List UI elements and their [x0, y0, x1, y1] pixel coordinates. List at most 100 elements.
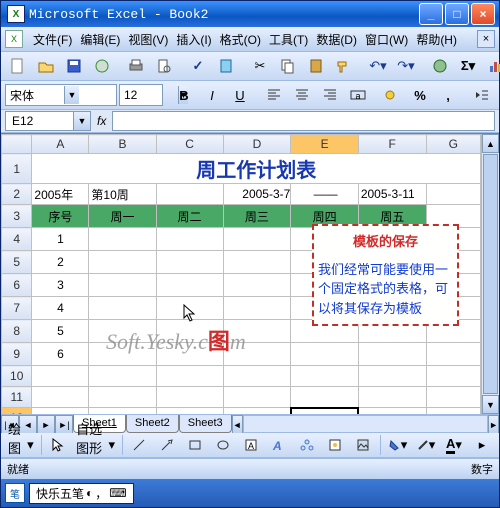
row-header-12[interactable]: 12 [2, 408, 32, 415]
plan-row-number[interactable]: 2 [32, 251, 89, 274]
scroll-up-button[interactable]: ▲ [482, 134, 499, 153]
font-size-combo[interactable]: 12 ▼ [119, 84, 163, 106]
font-name-combo[interactable]: 宋体 ▼ [5, 84, 117, 106]
plan-cell[interactable] [156, 251, 223, 274]
row-header-10[interactable]: 10 [2, 366, 32, 387]
col-header-E[interactable]: E [291, 135, 359, 154]
open-button[interactable] [33, 54, 59, 78]
plan-cell[interactable] [223, 343, 291, 366]
picture-button[interactable] [350, 433, 376, 457]
ime-indicator-icon[interactable]: 笔 [5, 483, 25, 503]
close-button[interactable]: × [471, 3, 495, 25]
chart-button[interactable] [483, 54, 500, 78]
plan-row-number[interactable]: 1 [32, 228, 89, 251]
row-header-7[interactable]: 7 [2, 297, 32, 320]
plan-cell[interactable] [156, 228, 223, 251]
undo-button[interactable]: ↶▾ [365, 54, 391, 78]
redo-button[interactable]: ↷▾ [393, 54, 419, 78]
ime-punct-icon[interactable]: ， [95, 485, 107, 502]
font-color-button-2[interactable]: A▾ [441, 433, 467, 457]
select-objects-button[interactable] [45, 433, 71, 457]
col-header-D[interactable]: D [223, 135, 291, 154]
plan-cell[interactable] [223, 274, 291, 297]
tab-last-button[interactable]: ►| [55, 415, 73, 434]
menu-data[interactable]: 数据(D) [312, 31, 361, 48]
align-right-button[interactable] [317, 83, 343, 107]
select-all-corner[interactable] [2, 135, 32, 154]
scroll-right-button[interactable]: ► [488, 415, 499, 434]
research-button[interactable] [213, 54, 239, 78]
scroll-down-button[interactable]: ▼ [482, 395, 499, 414]
plan-cell[interactable] [89, 274, 156, 297]
textbox-button[interactable]: A [238, 433, 264, 457]
subheader-cell[interactable]: 2005-3-11 [358, 184, 426, 205]
cell[interactable] [156, 387, 223, 408]
plan-cell[interactable] [156, 343, 223, 366]
plan-cell[interactable] [223, 228, 291, 251]
spellcheck-button[interactable]: ✓ [185, 54, 211, 78]
row-header-5[interactable]: 5 [2, 251, 32, 274]
cell[interactable] [358, 387, 426, 408]
clipart-button[interactable] [322, 433, 348, 457]
scroll-left-button[interactable]: ◄ [232, 415, 243, 434]
print-button[interactable] [123, 54, 149, 78]
italic-button[interactable]: I [199, 83, 225, 107]
plan-cell[interactable] [89, 297, 156, 320]
menu-help[interactable]: 帮助(H) [412, 31, 461, 48]
cell[interactable] [426, 366, 480, 387]
ime-full-half-icon[interactable]: ◐ [86, 486, 93, 500]
menu-file[interactable]: 文件(F) [29, 31, 76, 48]
align-center-button[interactable] [289, 83, 315, 107]
plan-cell[interactable] [223, 297, 291, 320]
plan-col-header[interactable]: 周三 [223, 205, 291, 228]
line-button[interactable] [126, 433, 152, 457]
plan-row-number[interactable]: 3 [32, 274, 89, 297]
cut-button[interactable]: ✂ [247, 54, 273, 78]
horizontal-scrollbar[interactable]: ◄ ► [232, 415, 499, 433]
save-button[interactable] [61, 54, 87, 78]
autoshapes-menu[interactable]: 自选图形(U)▾ [73, 433, 118, 457]
cell[interactable] [291, 408, 359, 415]
col-header-G[interactable]: G [426, 135, 480, 154]
cell[interactable] [358, 366, 426, 387]
fill-color-button-2[interactable]: ▾ [385, 433, 411, 457]
plan-cell[interactable] [89, 320, 156, 343]
merge-center-button[interactable]: a [345, 83, 371, 107]
autosum-button[interactable]: Σ▾ [455, 54, 481, 78]
row-header-3[interactable]: 3 [2, 205, 32, 228]
col-header-B[interactable]: B [89, 135, 156, 154]
plan-cell[interactable] [223, 251, 291, 274]
plan-cell[interactable] [156, 320, 223, 343]
comma-button[interactable]: , [435, 83, 461, 107]
menu-view[interactable]: 视图(V) [124, 31, 172, 48]
cell[interactable] [426, 408, 480, 415]
cell[interactable] [358, 408, 426, 415]
scroll-thumb[interactable] [483, 154, 498, 394]
cell[interactable] [223, 366, 291, 387]
name-box[interactable]: E12 ▼ [5, 111, 91, 131]
maximize-button[interactable]: □ [445, 3, 469, 25]
row-header-4[interactable]: 4 [2, 228, 32, 251]
ime-keyboard-icon[interactable]: ⌨ [109, 486, 126, 500]
mdi-close-button[interactable]: × [477, 30, 495, 48]
cell[interactable] [223, 387, 291, 408]
subheader-cell[interactable]: —— [291, 184, 359, 205]
currency-button[interactable] [379, 83, 405, 107]
sheet-tab-2[interactable]: Sheet2 [126, 415, 179, 433]
minimize-button[interactable]: _ [419, 3, 443, 25]
diagram-button[interactable] [294, 433, 320, 457]
percent-button[interactable]: % [407, 83, 433, 107]
arrow-button[interactable] [154, 433, 180, 457]
draw-menu[interactable]: 绘图(R)▾ [5, 433, 37, 457]
row-header-1[interactable]: 1 [2, 154, 32, 184]
paste-button[interactable] [303, 54, 329, 78]
cell[interactable] [291, 366, 359, 387]
copy-button[interactable] [275, 54, 301, 78]
oval-button[interactable] [210, 433, 236, 457]
plan-title[interactable]: 周工作计划表 [32, 154, 481, 184]
subheader-cell[interactable] [156, 184, 223, 205]
menu-insert[interactable]: 插入(I) [172, 31, 215, 48]
row-header-8[interactable]: 8 [2, 320, 32, 343]
menu-edit[interactable]: 编辑(E) [76, 31, 124, 48]
cell[interactable] [426, 387, 480, 408]
